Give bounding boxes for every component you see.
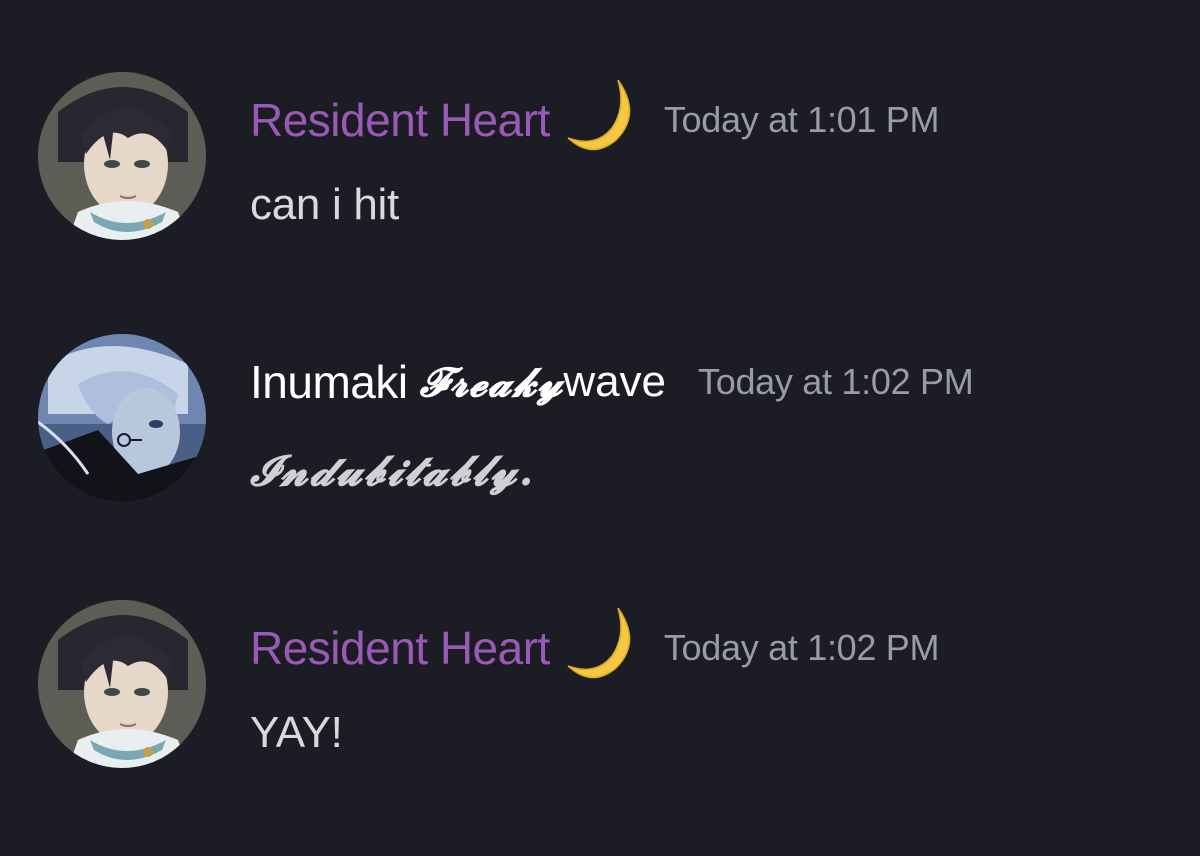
username-suffix: wave xyxy=(563,357,667,406)
timestamp: Today at 1:02 PM xyxy=(698,361,974,402)
chat-message: Resident Heart Today at 1:02 PM YAY! xyxy=(0,596,1200,786)
message-text: can i hit xyxy=(250,180,399,229)
timestamp: Today at 1:02 PM xyxy=(663,627,940,668)
username[interactable]: Inumaki xyxy=(250,359,408,405)
username-fancy-part: 𝓕𝓻𝓮𝓪𝓴𝔂 xyxy=(419,358,564,406)
message-header: Resident Heart Today at 1:01 PM xyxy=(250,79,940,151)
username[interactable]: Resident Heart xyxy=(250,97,550,143)
avatar[interactable] xyxy=(38,334,206,502)
message-text: 𝓘𝓷𝓭𝓾𝓫𝓲𝓽𝓪𝓫𝓵𝔂. xyxy=(250,446,536,495)
message-text: YAY! xyxy=(250,708,343,757)
timestamp: Today at 1:01 PM xyxy=(663,99,940,140)
message-header: Inumaki 𝓕𝓻𝓮𝓪𝓴𝔂 wave Today at 1:02 PM xyxy=(250,352,974,412)
avatar[interactable] xyxy=(38,72,206,240)
avatar[interactable] xyxy=(38,600,206,768)
username[interactable]: Resident Heart xyxy=(250,625,550,671)
crescent-moon-icon xyxy=(560,76,640,152)
chat-message: Resident Heart Today at 1:01 PM can i hi… xyxy=(0,68,1200,258)
chat-message: Inumaki 𝓕𝓻𝓮𝓪𝓴𝔂 wave Today at 1:02 PM 𝓘𝓷𝓭… xyxy=(0,330,1200,520)
message-header: Resident Heart Today at 1:02 PM xyxy=(250,607,940,679)
crescent-moon-icon xyxy=(560,604,640,680)
